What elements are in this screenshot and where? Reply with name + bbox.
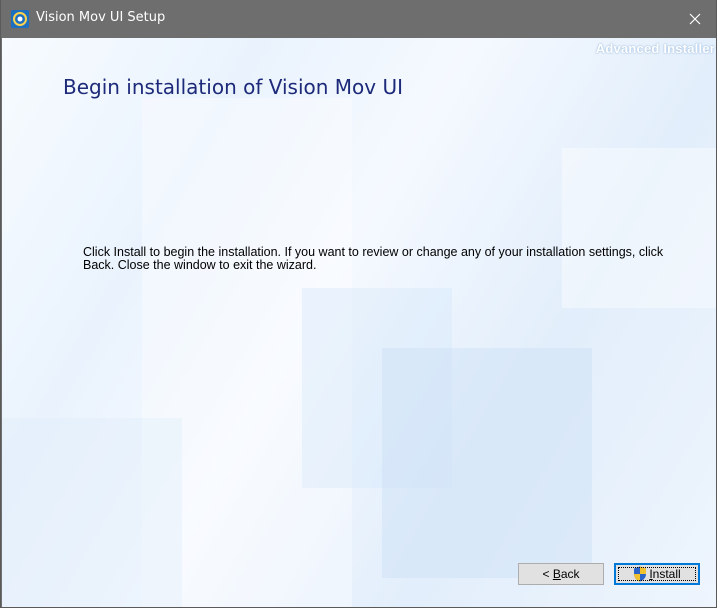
back-mnemonic: B	[552, 567, 561, 581]
page-title: Begin installation of Vision Mov UI	[63, 75, 403, 99]
background-panel	[2, 418, 182, 607]
app-icon	[11, 10, 29, 28]
title-bar[interactable]: Vision Mov UI Setup	[1, 0, 716, 38]
background-panel	[562, 148, 716, 308]
close-button[interactable]	[672, 0, 716, 38]
install-button[interactable]: Install	[614, 563, 700, 585]
wizard-content: Advanced Installer Begin installation of…	[2, 38, 716, 607]
window-title: Vision Mov UI Setup	[36, 10, 166, 25]
back-button[interactable]: < Back	[518, 563, 604, 585]
instructions-text: Click Install to begin the installation.…	[83, 245, 664, 272]
brand-watermark: Advanced Installer	[595, 41, 715, 56]
setup-window: Vision Mov UI Setup Advanced Installer B…	[0, 0, 717, 608]
focus-rectangle	[618, 567, 696, 581]
close-icon	[689, 13, 701, 25]
background-panel	[382, 348, 592, 578]
back-prefix: <	[542, 567, 553, 581]
back-label: ack	[560, 567, 580, 581]
